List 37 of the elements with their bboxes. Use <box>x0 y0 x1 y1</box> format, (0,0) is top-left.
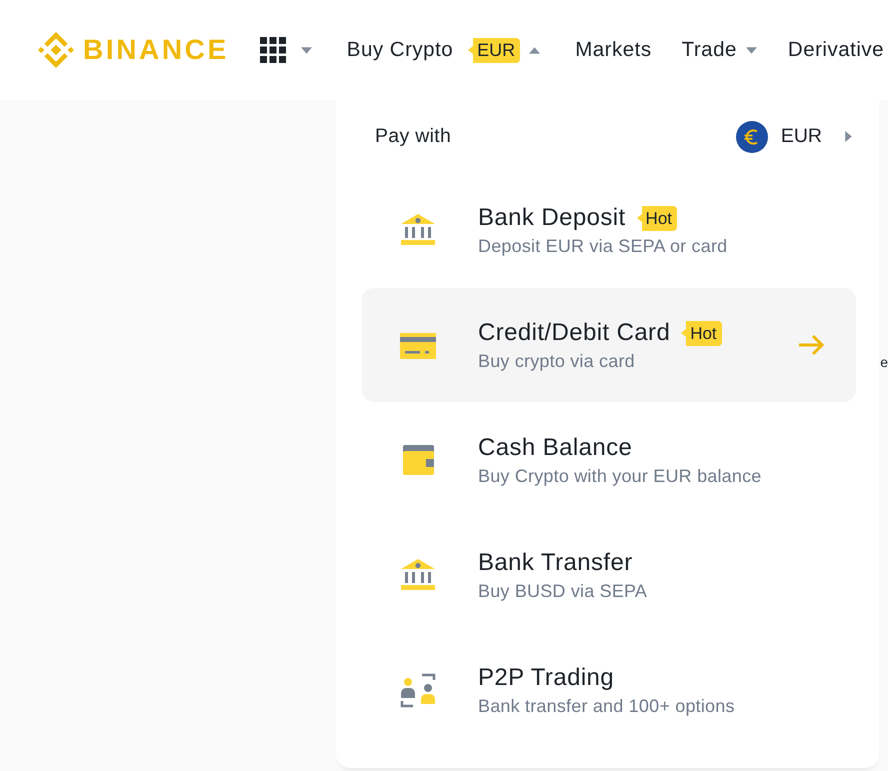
arrow-right-icon <box>798 333 826 357</box>
nav-link[interactable]: Derivative <box>788 37 884 63</box>
caret-right-icon <box>845 131 852 142</box>
hot-badge: Hot <box>681 320 722 346</box>
menu-title: Pay with <box>375 125 452 148</box>
grid-icon[interactable] <box>260 37 286 63</box>
option-description: Buy crypto via card <box>478 351 636 372</box>
payment-option[interactable]: Cash Balance Buy Crypto with your EUR balance <box>362 403 856 517</box>
option-title: Bank Deposit <box>478 204 626 232</box>
option-description: Deposit EUR via SEPA or card <box>478 236 728 257</box>
nav-link[interactable]: Trade <box>682 37 737 63</box>
option-title: P2P Trading <box>478 664 614 692</box>
page-text: e <box>880 353 888 372</box>
euro-coin-icon <box>736 120 768 152</box>
payment-option[interactable]: Credit/Debit Card Hot Buy crypto via card <box>362 288 856 402</box>
nav-link[interactable]: Buy Crypto <box>346 37 454 63</box>
payment-option[interactable]: P2P Trading Bank transfer and 100+ options <box>362 633 856 747</box>
option-description: Buy BUSD via SEPA <box>478 581 648 602</box>
payment-option[interactable]: Bank Transfer Buy BUSD via SEPA <box>362 518 856 632</box>
payment-option[interactable]: Bank Deposit Hot Deposit EUR via SEPA or card <box>362 173 856 287</box>
option-description: Bank transfer and 100+ options <box>478 696 736 717</box>
bank-icon <box>400 557 436 593</box>
option-title: Cash Balance <box>478 434 632 462</box>
logo-icon[interactable] <box>38 32 74 68</box>
caret-down-icon[interactable] <box>300 46 312 54</box>
bank-icon <box>400 212 436 248</box>
nav-link[interactable]: Markets <box>575 37 652 63</box>
hot-badge: Hot <box>636 206 678 230</box>
currency-badge: EUR <box>468 38 520 62</box>
caret-up-icon[interactable] <box>529 46 540 54</box>
option-title: Bank Transfer <box>478 549 633 577</box>
option-description: Buy Crypto with your EUR balance <box>478 466 763 487</box>
caret-down-icon[interactable] <box>746 46 757 54</box>
option-title: Credit/Debit Card <box>478 319 670 347</box>
people-icon <box>400 672 436 708</box>
wallet-icon <box>400 442 436 478</box>
currency-selector[interactable]: EUR <box>736 120 852 152</box>
